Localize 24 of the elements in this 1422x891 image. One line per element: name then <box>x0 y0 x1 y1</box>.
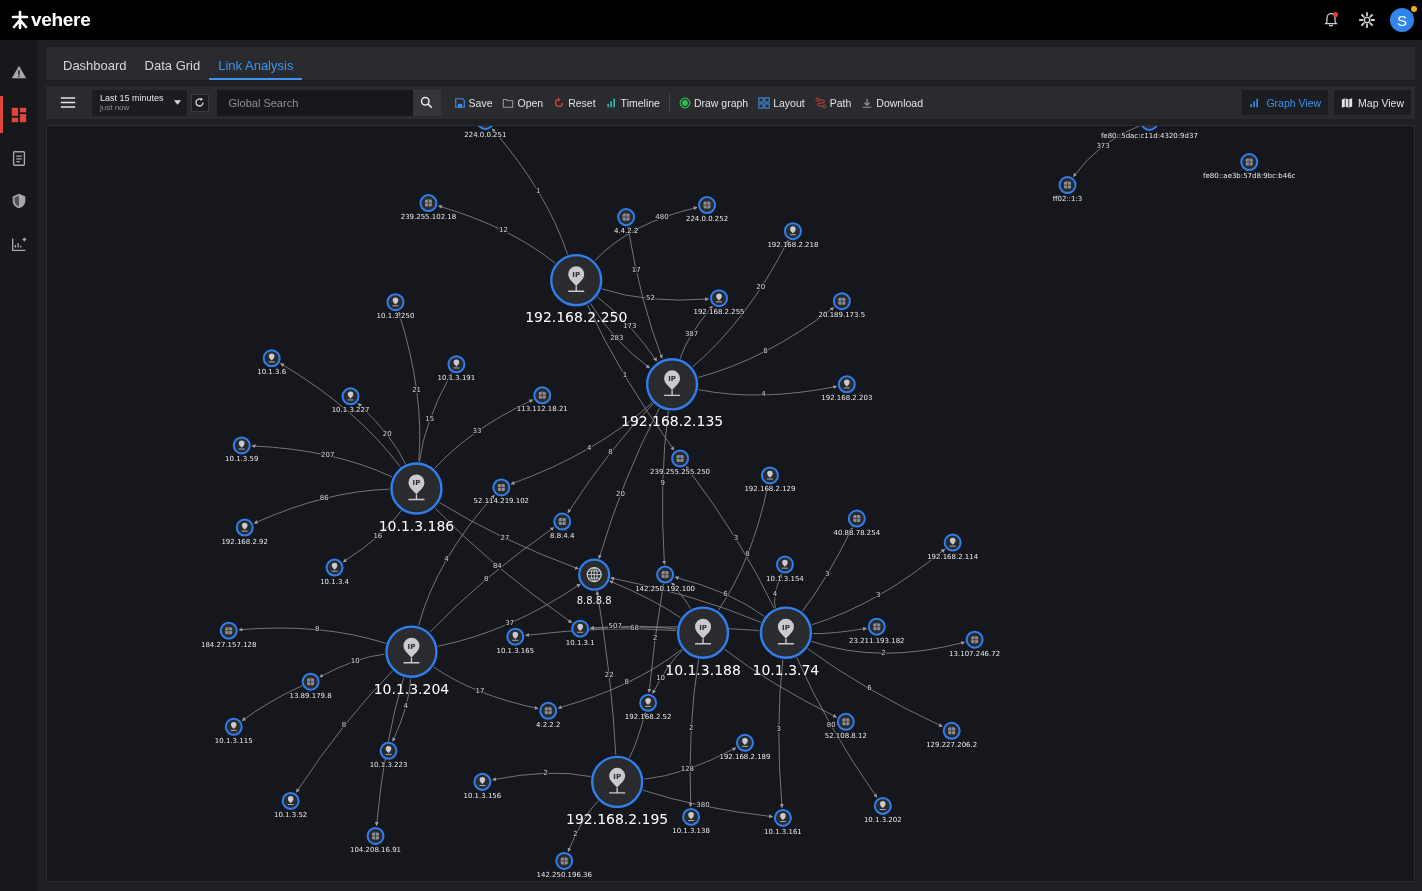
user-avatar[interactable]: S <box>1390 8 1414 32</box>
tab[interactable]: Link Analysis <box>209 47 303 80</box>
search-field[interactable]: Global Search <box>216 89 413 116</box>
draw-button[interactable]: Draw graph <box>673 93 754 112</box>
node-label: 8.8.8.8 <box>576 594 612 606</box>
open-button[interactable]: Open <box>497 93 549 112</box>
node-label: 10.1.3.204 <box>373 680 450 697</box>
node-label: 10.1.3.186 <box>378 517 455 534</box>
download-button[interactable]: Download <box>856 93 929 112</box>
layout-button[interactable]: Layout <box>753 93 810 112</box>
node-label: 10.1.3.74 <box>752 661 820 678</box>
node-label: 192.168.2.135 <box>621 413 724 430</box>
save-button[interactable]: Save <box>448 93 498 112</box>
tab[interactable]: Dashboard <box>54 47 136 80</box>
path-button[interactable]: Path <box>809 93 857 112</box>
graph-view-button[interactable]: Graph View <box>1242 90 1329 115</box>
logo-text: vehere <box>31 9 91 31</box>
tab[interactable]: Data Grid <box>135 47 210 80</box>
map-view-button[interactable]: Map View <box>1334 90 1411 115</box>
reset-button[interactable]: Reset <box>548 93 601 112</box>
time-range-dropdown[interactable]: Last 15 minutes just now <box>92 89 187 116</box>
node-label: 192.168.2.195 <box>566 810 669 827</box>
timeline-button[interactable]: Timeline <box>600 93 665 112</box>
node-label: 10.1.3.188 <box>665 661 741 678</box>
